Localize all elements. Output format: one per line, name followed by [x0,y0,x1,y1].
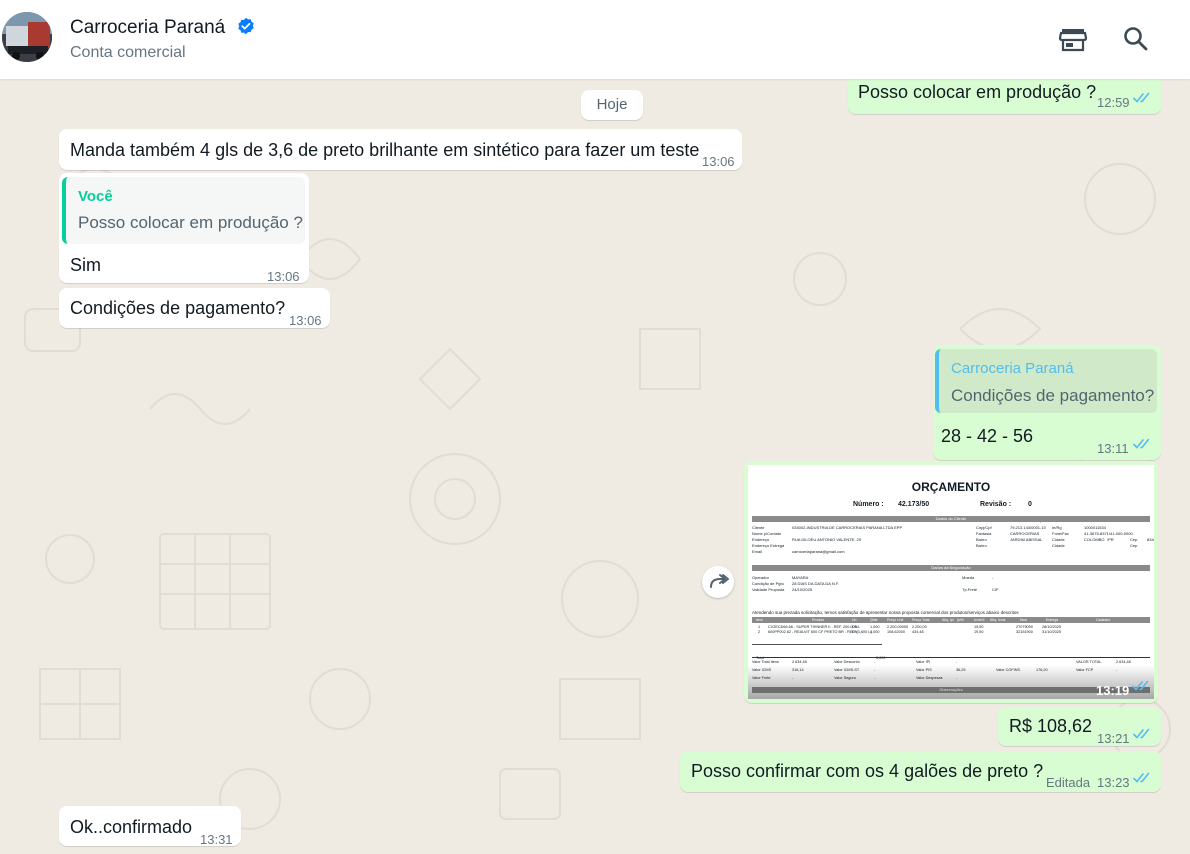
chat-header: Carroceria Paraná Conta comercial [0,0,1190,79]
quote-document-image[interactable]: ORÇAMENTO Número : 42.173/50 Revisão : 0… [748,465,1154,699]
doc-header-cell: Preço Unit [887,618,904,622]
message-incoming[interactable]: Manda também 4 gls de 3,6 de preto brilh… [59,129,742,170]
doc-client-rows: Cliente 034002-INDUSTRIA DE CARROCERIAS P… [752,525,1154,555]
doc-cell: 434,48 [912,630,924,634]
avatar-photo [2,12,52,62]
quoted-message[interactable]: Você Posso colocar em produção ? [62,177,305,244]
verified-badge-icon [237,17,255,41]
message-text: R$ 108,62 [1009,716,1093,736]
quoted-author: Carroceria Paraná [951,360,1074,377]
message-time: 13:06 [267,269,300,284]
doc-cell: Tp.Frete [962,587,978,592]
message-text: 28 - 42 - 56 [941,426,1034,446]
doc-revision-label: Revisão : [980,501,1012,508]
doc-cell: 108,62000 [887,630,905,634]
contact-subtitle: Conta comercial [70,44,186,61]
forward-button[interactable] [702,566,734,598]
doc-cell: 31/10/2025 [1042,630,1062,634]
doc-header-cell: Un [852,618,857,622]
search-icon[interactable] [1121,24,1151,54]
message-time: 13:06 [702,154,735,169]
message-time: 13:19 [1096,683,1130,698]
doc-cell: 19,50 [974,630,984,634]
storefront-icon[interactable] [1058,24,1088,54]
message-outgoing[interactable]: Posso colocar em produção ? 12:59 [848,75,1161,114]
message-outgoing-image[interactable]: ORÇAMENTO Número : 42.173/50 Revisão : 0… [744,461,1158,703]
doc-header-cell: Ncm [1020,618,1028,622]
contact-name-text: Carroceria Paraná [70,17,226,38]
contact-name[interactable]: Carroceria Paraná [70,17,255,41]
read-ticks-icon [1132,680,1149,691]
doc-cell: Email [752,549,763,554]
message-incoming[interactable]: Ok..confirmado 13:31 [59,806,241,847]
forward-icon [710,574,729,588]
doc-negotiation-rows: Operador MAYARA Moeda - Condição de Pgto 28 D… [752,575,1150,593]
doc-header-cell: Alíq. Ipi [942,618,954,622]
message-text: Posso colocar em produção ? [858,82,1097,102]
message-outgoing[interactable]: R$ 108,62 13:21 [998,707,1161,746]
doc-total-row: Total 5,000 [752,644,886,660]
read-ticks-icon [1133,772,1150,783]
doc-cell: 24/10/2025 [792,587,813,592]
message-time: 13:06 [289,313,322,328]
doc-section-observations: Observações [752,687,1150,693]
doc-cell: Validade Proposta [752,587,785,592]
doc-number-value: 42.173/50 [898,501,930,508]
doc-section-client: Dados do Cliente [752,516,1150,522]
doc-header-cell: Cadastro [1096,618,1111,622]
read-ticks-icon [1133,728,1150,739]
message-incoming[interactable]: Condições de pagamento? 13:06 [59,288,330,328]
doc-cell: 2 [758,630,761,634]
message-text: Condições de pagamento? [70,298,286,318]
doc-item-row: 2 600PP002.62 - REALVIT 600 CF PRETO BR -… [752,630,1150,635]
message-text: Sim [70,255,101,275]
quoted-message[interactable]: Carroceria Paraná Condições de pagamento… [935,349,1157,413]
message-outgoing-reply[interactable]: Carroceria Paraná Condições de pagamento… [933,345,1161,460]
message-time: 13:31 [200,832,233,847]
doc-items-rows: 1 CV2ECD66.66 - SUPER THINNER II - REF. 2… [752,625,1150,635]
message-time: 13:23 [1097,775,1130,790]
read-ticks-icon [1133,92,1150,103]
quoted-text: Posso colocar em produção ? [78,213,303,232]
image-shade [748,665,1154,699]
doc-negotiation-row: Validade Proposta 24/10/2025 Tp.Frete CIF [752,587,1150,593]
doc-section-negotiation: Dados da Negociação [752,565,1150,571]
doc-cell: CIF [992,587,999,592]
avatar[interactable] [2,12,52,62]
doc-items-header: Item Produto Un Qtde Preço Unit Preço Total Al… [752,617,1150,623]
doc-header-cell: Produto [812,618,825,622]
message-text: Manda também 4 gls de 3,6 de preto brilh… [70,140,700,160]
doc-header-cell: Qtde [870,618,878,622]
doc-title: ORÇAMENTO [911,480,991,494]
doc-header-cell: Icms% [974,618,985,622]
message-list: Posso colocar em produção ? 12:59 Hoje M… [0,75,1190,854]
doc-header-cell: Entrega [1046,618,1059,622]
read-ticks-icon [1133,438,1150,449]
message-incoming-reply[interactable]: Você Posso colocar em produção ? Sim 13:… [59,173,309,284]
doc-cell: carroceriaparana@gmail.com [792,549,845,554]
message-time: 12:59 [1097,95,1130,110]
quoted-author: Você [78,188,113,205]
doc-number-label: Número : [853,501,884,508]
message-time: 13:11 [1097,441,1129,456]
doc-cell: 32151900 [1016,630,1033,634]
message-time: 13:21 [1097,731,1130,746]
message-text: Ok..confirmado [70,817,193,837]
day-separator-chip: Hoje [581,90,643,120]
quoted-text: Condições de pagamento? [951,386,1155,405]
doc-cell: 4,000 [870,630,880,634]
message-text: Posso confirmar com os 4 galões de preto… [691,761,1044,781]
doc-header-cell: Preço Total [912,618,930,622]
doc-client-row: Email carroceriaparana@gmail.com [752,549,1150,555]
doc-header-cell: Alíq. Icms [990,618,1006,622]
doc-header-cell: Item [756,618,763,622]
doc-header-cell: Ipi% [957,618,964,622]
doc-cell: UN [852,630,858,634]
message-edited-label: Editada [1046,775,1091,790]
message-outgoing-edited[interactable]: Posso confirmar com os 4 galões de preto… [680,751,1161,792]
